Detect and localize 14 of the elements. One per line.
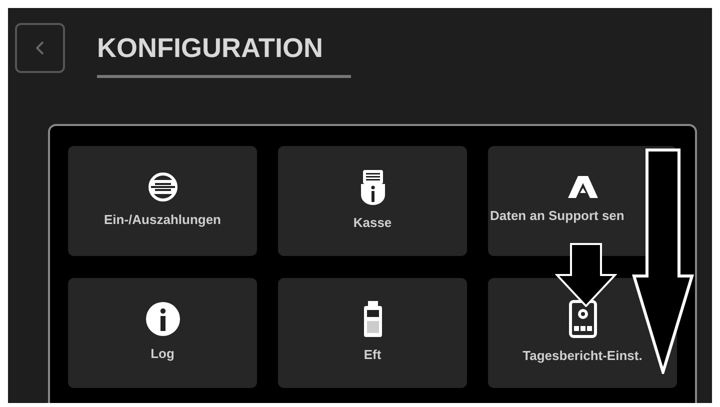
arrow-overlay [555, 243, 617, 307]
device-settings-icon [568, 300, 596, 338]
logo-icon [568, 176, 598, 198]
card-terminal-icon [362, 301, 384, 338]
cash-drawer-icon [146, 172, 178, 202]
menu-tile[interactable]: Eft [278, 278, 467, 388]
page-title: KONFIGURATION [97, 32, 324, 64]
info-icon [146, 302, 180, 336]
back-button[interactable] [15, 23, 65, 73]
menu-tile[interactable]: Kasse [278, 146, 467, 256]
menu-tile[interactable]: Log [68, 278, 257, 388]
chevron-left-icon [36, 41, 44, 55]
register-info-icon [358, 169, 386, 206]
menu-tile[interactable]: Ein-/Auszahlungen [68, 146, 257, 256]
